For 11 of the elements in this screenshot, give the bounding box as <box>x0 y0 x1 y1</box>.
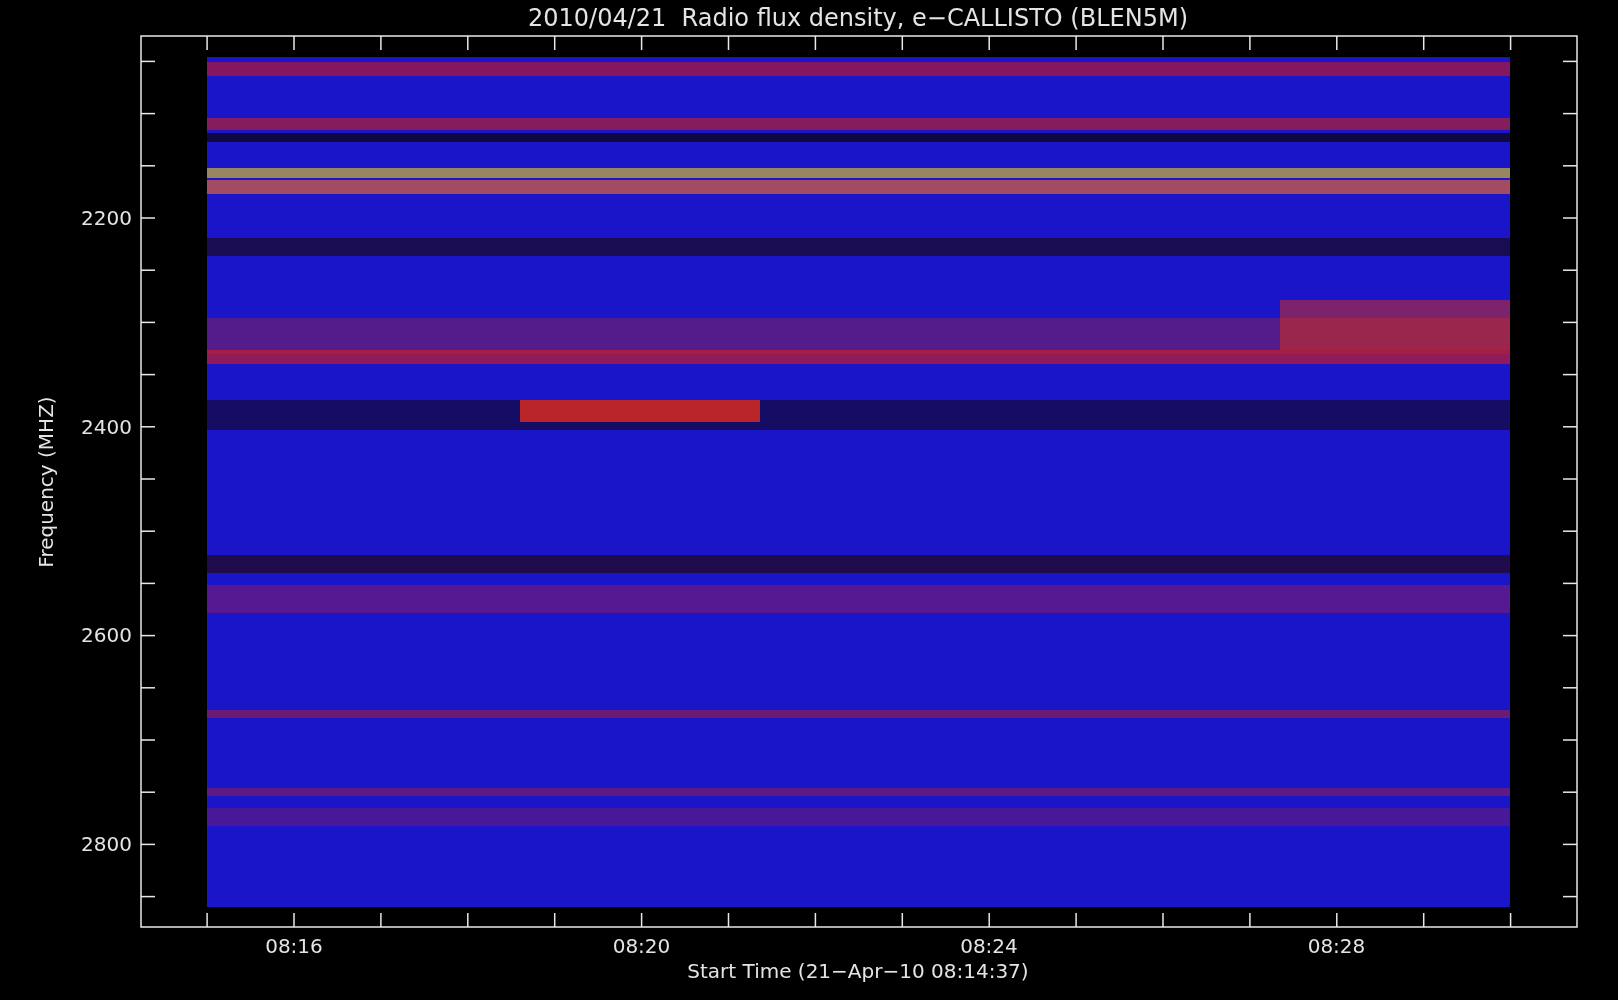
chart-title: 2010/04/21 Radio flux density, e−CALLISTO (BLEN5M) <box>528 4 1188 32</box>
y-tick-label: 2200 <box>81 206 132 230</box>
y-tick-label: 2800 <box>81 832 132 857</box>
y-tick-label: 2400 <box>81 414 132 439</box>
x-tick-label: 08:28 <box>1307 934 1366 958</box>
x-tick-label: 08:20 <box>612 934 671 958</box>
y-tick-label: 2600 <box>81 623 132 648</box>
y-axis-label: Frequency (MHZ) <box>34 396 58 568</box>
x-tick-label: 08:16 <box>265 934 323 958</box>
x-tick-label: 08:24 <box>960 934 1018 958</box>
x-axis-label: Start Time (21−Apr−10 08:14:37) <box>687 959 1029 983</box>
